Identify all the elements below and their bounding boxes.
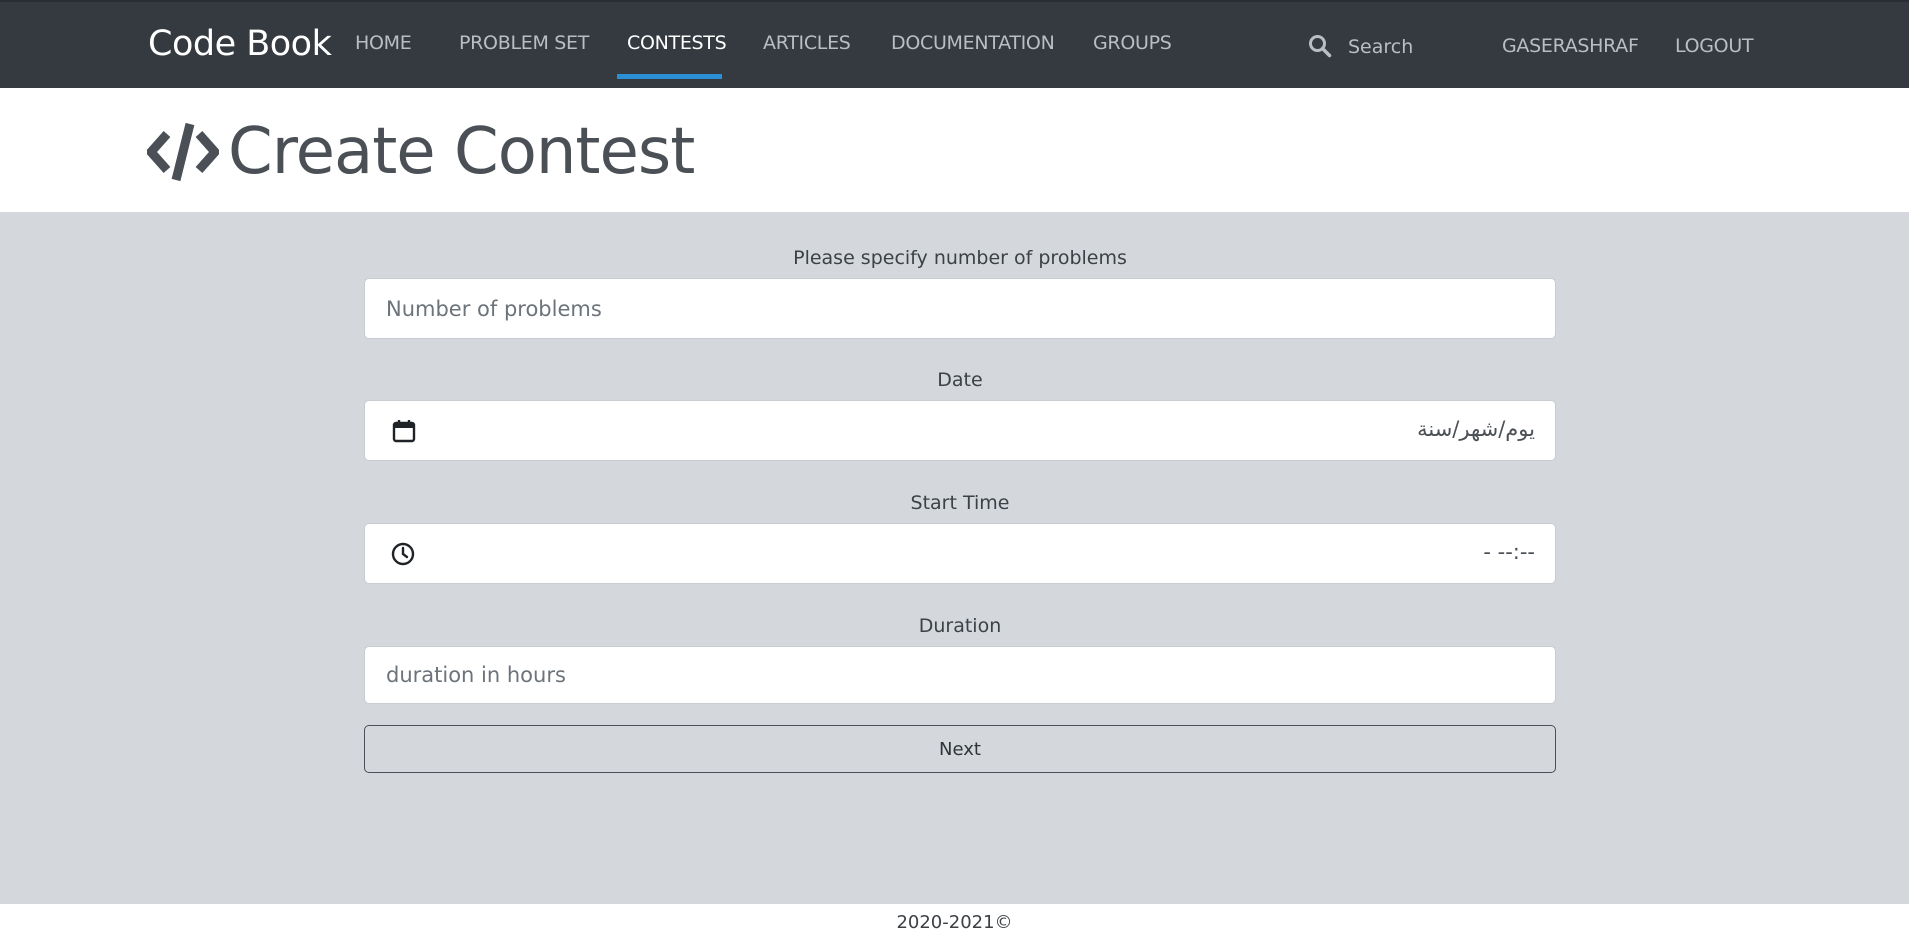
active-tab-indicator [617, 74, 722, 79]
page-footer: 2020-2021© [0, 904, 1909, 944]
search-box [1303, 30, 1463, 64]
nav-documentation[interactable]: DOCUMENTATION [891, 32, 1055, 54]
date-label: Date [937, 369, 983, 391]
nav-articles[interactable]: ARTICLES [763, 32, 851, 54]
start-time-value: --:-- - [1483, 540, 1535, 564]
copyright-text: 2020-2021© [896, 912, 1013, 933]
brand-logo[interactable]: Code Book [148, 24, 332, 64]
nav-groups[interactable]: GROUPS [1093, 32, 1172, 54]
nav-contests[interactable]: CONTESTS [627, 32, 727, 54]
next-button[interactable]: Next [364, 725, 1556, 773]
clock-icon[interactable] [390, 541, 416, 567]
page-title: Create Contest [228, 115, 695, 189]
logout-link[interactable]: LOGOUT [1675, 35, 1754, 57]
duration-field [364, 646, 1556, 704]
date-value: يوم/شهر/سنة [1417, 417, 1535, 441]
number-of-problems-input[interactable] [365, 279, 1555, 338]
top-navbar: Code Book HOME PROBLEM SET CONTESTS ARTI… [0, 0, 1909, 88]
calendar-icon[interactable] [391, 418, 417, 444]
duration-label: Duration [918, 615, 1002, 637]
problems-field [364, 278, 1556, 339]
start-time-input[interactable]: --:-- - [364, 523, 1556, 584]
date-input[interactable]: يوم/شهر/سنة [364, 400, 1556, 461]
start-time-label: Start Time [910, 492, 1010, 514]
search-icon[interactable] [1307, 33, 1333, 59]
search-input[interactable] [1348, 30, 1458, 64]
nav-user-profile[interactable]: GASERASHRAF [1502, 35, 1639, 57]
code-icon [147, 122, 219, 182]
duration-input[interactable] [365, 647, 1555, 703]
problems-label: Please specify number of problems [793, 247, 1127, 269]
nav-home[interactable]: HOME [355, 32, 412, 54]
nav-problem-set[interactable]: PROBLEM SET [459, 32, 589, 54]
